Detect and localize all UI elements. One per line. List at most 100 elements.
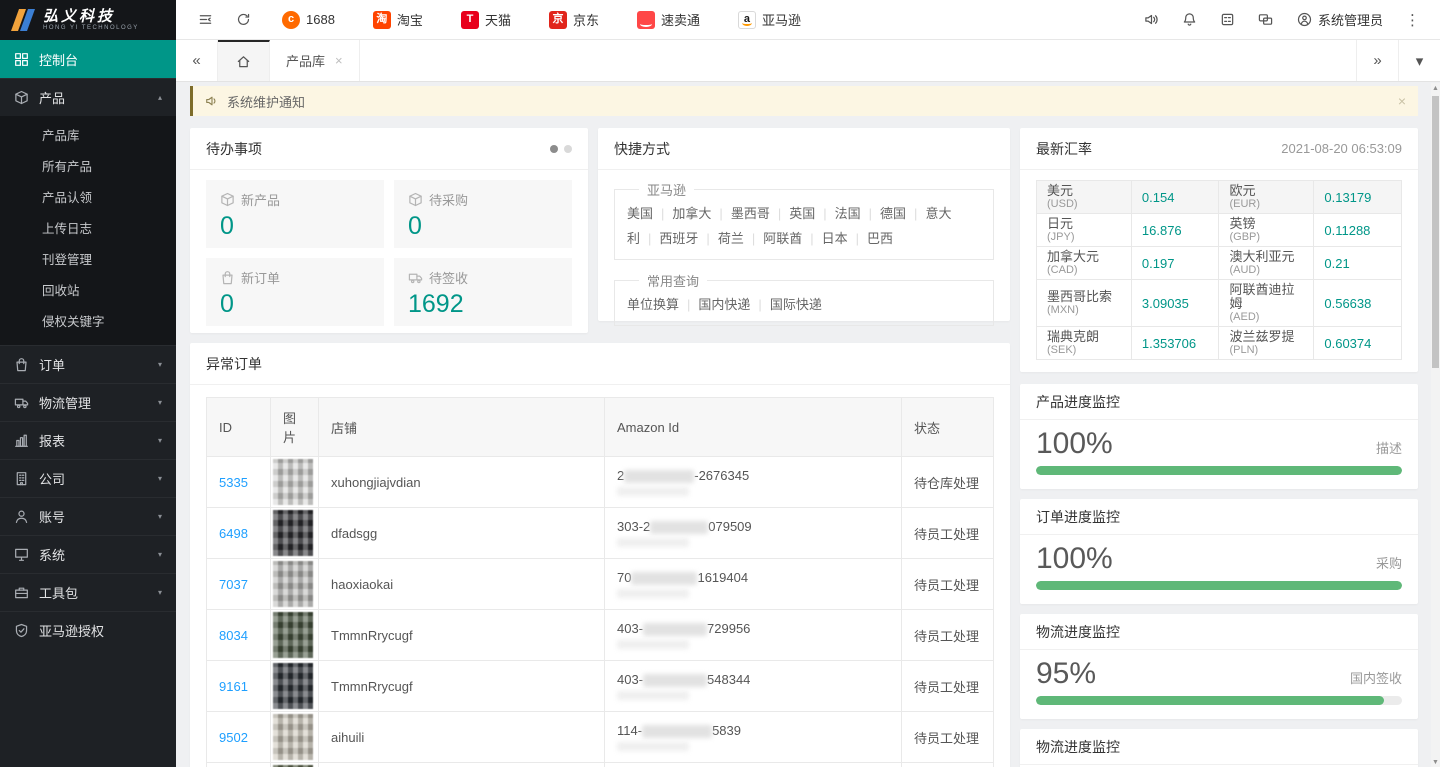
- marketplace-jd[interactable]: 京京东: [549, 10, 599, 29]
- refresh-button[interactable]: [224, 0, 262, 40]
- more-menu-button[interactable]: ⋮: [1395, 11, 1430, 29]
- marketplace-tmall[interactable]: T天猫: [461, 10, 511, 29]
- product-thumbnail: [273, 714, 313, 760]
- page-scrollbar[interactable]: ▲ ▼: [1431, 83, 1440, 767]
- sidebar-item-label: 控制台: [39, 50, 78, 69]
- shortcut-link[interactable]: 阿联酋: [763, 231, 802, 246]
- order-id-link[interactable]: 9502: [219, 730, 248, 745]
- marketplace-aliexpress[interactable]: 速卖通: [637, 10, 700, 29]
- scrollbar-down-arrow-icon[interactable]: ▼: [1431, 757, 1440, 767]
- shortcut-link[interactable]: 美国: [627, 206, 653, 221]
- shortcut-link[interactable]: 巴西: [867, 231, 893, 246]
- sidebar-item-logistics[interactable]: 物流管理▾: [0, 383, 176, 421]
- currency-name-cell: 阿联酋迪拉姆(AED): [1219, 280, 1314, 327]
- shortcuts-card-title: 快捷方式: [614, 139, 670, 159]
- tabs-scroll-right-button[interactable]: »: [1356, 40, 1398, 81]
- sidebar-item-console[interactable]: 控制台: [0, 40, 176, 78]
- sidebar-item-order[interactable]: 订单▾: [0, 345, 176, 383]
- sidebar-item-company[interactable]: 公司▾: [0, 459, 176, 497]
- tab-close-icon[interactable]: ×: [335, 53, 343, 68]
- sidebar-item-system[interactable]: 系统▾: [0, 535, 176, 573]
- calculator-button[interactable]: [1209, 0, 1247, 40]
- currency-code: (PLN): [1229, 344, 1303, 356]
- stat-value[interactable]: 0: [220, 290, 370, 318]
- order-id-link[interactable]: 9161: [219, 679, 248, 694]
- order-id-link[interactable]: 5335: [219, 475, 248, 490]
- shortcut-link[interactable]: 国际快递: [770, 297, 822, 312]
- order-row: 8034TmmnRrycugf403-729956待员工处理: [207, 610, 994, 661]
- sidebar-item-toolkit[interactable]: 工具包▾: [0, 573, 176, 611]
- marketplace-1688[interactable]: c1688: [282, 10, 335, 29]
- redacted-smear: [617, 487, 689, 496]
- tab-home[interactable]: [218, 40, 270, 81]
- order-id-link[interactable]: 8034: [219, 628, 248, 643]
- stat-value[interactable]: 1692: [408, 290, 558, 318]
- order-id-link[interactable]: 6498: [219, 526, 248, 541]
- currency-name-cell: 加拿大元(CAD): [1037, 247, 1132, 280]
- monitor-card-header: 产品进度监控: [1020, 384, 1418, 420]
- todo-card-title: 待办事项: [206, 139, 262, 159]
- order-shop-cell: TmmnRrycugf: [319, 610, 605, 661]
- shortcut-link[interactable]: 加拿大: [672, 206, 711, 221]
- stat-pending-receipt: 待签收1692: [394, 258, 572, 326]
- stat-value[interactable]: 0: [220, 212, 370, 240]
- sidebar-item-all-products[interactable]: 所有产品: [0, 152, 176, 183]
- carousel-dot-1[interactable]: [550, 145, 558, 153]
- tabs-scroll-left-button[interactable]: «: [176, 40, 218, 81]
- tab-label: 产品库: [286, 51, 325, 70]
- sidebar-item-upload-log[interactable]: 上传日志: [0, 214, 176, 245]
- currency-name: 瑞典克朗: [1047, 330, 1121, 344]
- link-separator: |: [648, 231, 651, 246]
- marketplace-label: 亚马逊: [762, 10, 801, 29]
- link-separator: |: [687, 297, 690, 312]
- shortcut-link[interactable]: 日本: [822, 231, 848, 246]
- currency-swap-button[interactable]: [1247, 0, 1285, 40]
- shortcut-link[interactable]: 荷兰: [718, 231, 744, 246]
- sidebar-item-product-claim[interactable]: 产品认领: [0, 183, 176, 214]
- shield-icon: [14, 623, 29, 638]
- rate-row: 瑞典克朗(SEK)1.353706波兰兹罗提(PLN)0.60374: [1037, 327, 1402, 360]
- sidebar-item-infringement-keywords[interactable]: 侵权关键字: [0, 307, 176, 338]
- stat-value[interactable]: 0: [408, 212, 558, 240]
- shortcut-link[interactable]: 法国: [835, 206, 861, 221]
- tabs-menu-button[interactable]: ▾: [1398, 40, 1440, 81]
- shortcut-link[interactable]: 单位换算: [627, 297, 679, 312]
- shortcut-link[interactable]: 墨西哥: [731, 206, 770, 221]
- abnormal-orders-card: 异常订单 ID图片店铺Amazon Id状态 5335xuhongjiajvdi…: [190, 343, 1010, 767]
- hamburger-icon: [198, 12, 213, 27]
- redacted-segment: [624, 470, 694, 483]
- shortcut-link[interactable]: 西班牙: [659, 231, 698, 246]
- product-thumbnail: [273, 663, 313, 709]
- scrollbar-up-arrow-icon[interactable]: ▲: [1431, 83, 1440, 93]
- marketplace-taobao[interactable]: 淘淘宝: [373, 10, 423, 29]
- shortcut-link[interactable]: 英国: [789, 206, 815, 221]
- menu-collapse-button[interactable]: [186, 0, 224, 40]
- sidebar-item-product[interactable]: 产品▴: [0, 78, 176, 116]
- chevron-down-icon: ▾: [158, 360, 162, 369]
- announcement-button[interactable]: [1133, 0, 1171, 40]
- marketplace-amazon[interactable]: a亚马逊: [738, 10, 801, 29]
- currency-code: (CAD): [1047, 264, 1121, 276]
- scrollbar-thumb[interactable]: [1432, 96, 1439, 368]
- abnormal-orders-table: ID图片店铺Amazon Id状态 5335xuhongjiajvdian2-2…: [206, 397, 994, 767]
- shortcut-group-title: 常用查询: [639, 271, 707, 290]
- sidebar-item-product-library[interactable]: 产品库: [0, 121, 176, 152]
- sidebar-item-report[interactable]: 报表▾: [0, 421, 176, 459]
- sidebar-item-listing-management[interactable]: 刊登管理: [0, 245, 176, 276]
- sidebar-item-account[interactable]: 账号▾: [0, 497, 176, 535]
- user-menu[interactable]: 系统管理员: [1285, 10, 1395, 29]
- bell-icon: [1182, 12, 1197, 27]
- currency-name: 欧元: [1229, 184, 1303, 198]
- currency-rate-value: 0.56638: [1314, 280, 1402, 327]
- order-id-link[interactable]: 7037: [219, 577, 248, 592]
- sidebar-item-amazon-auth[interactable]: 亚马逊授权: [0, 611, 176, 649]
- shortcut-link[interactable]: 国内快递: [698, 297, 750, 312]
- rates-card-title: 最新汇率: [1036, 139, 1092, 159]
- notice-close-icon[interactable]: ×: [1398, 93, 1406, 109]
- tab-product-library[interactable]: 产品库 ×: [270, 40, 360, 81]
- sidebar-item-recycle-bin[interactable]: 回收站: [0, 276, 176, 307]
- orders-column-header: Amazon Id: [605, 398, 902, 457]
- carousel-dot-2[interactable]: [564, 145, 572, 153]
- shortcut-link[interactable]: 德国: [880, 206, 906, 221]
- notifications-button[interactable]: [1171, 0, 1209, 40]
